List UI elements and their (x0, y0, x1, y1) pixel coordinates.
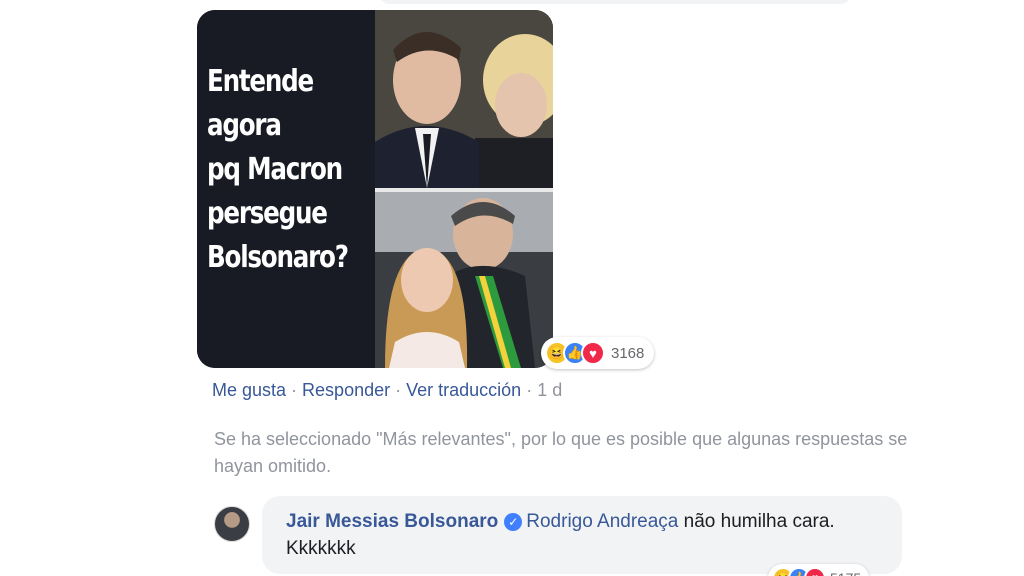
meme-text-panel: Entende agora pq Macron persegue Bolsona… (197, 10, 375, 368)
separator: · (291, 380, 298, 400)
facebook-comment-thread: Entende agora pq Macron persegue Bolsona… (0, 0, 1024, 576)
love-icon: ♥ (804, 567, 826, 576)
love-icon: ♥ (581, 341, 605, 365)
separator: · (395, 380, 402, 400)
avatar[interactable] (214, 506, 250, 542)
photo-top-illustration (375, 10, 553, 188)
meme-photo-top (375, 10, 553, 188)
meme-caption-line: Entende (207, 64, 314, 99)
reply-reactions-summary[interactable]: 😆 👍 ♥ 5175 (768, 564, 870, 576)
reply-link[interactable]: Responder (302, 380, 390, 401)
reaction-count: 3168 (611, 344, 645, 362)
reply-comment-bubble: Jair Messias Bolsonaro ✓ Rodrigo Andreaça … (262, 496, 902, 574)
previous-comment-bubble (380, 0, 850, 4)
meme-caption-line: pq Macron (207, 152, 343, 187)
meme-photo-bottom (375, 192, 553, 368)
mention-link[interactable]: Rodrigo Andreaça (526, 511, 678, 532)
comment-timestamp[interactable]: 1 d (537, 380, 562, 401)
see-translation-link[interactable]: Ver traducción (406, 380, 521, 401)
meme-caption: Entende agora pq Macron persegue Bolsona… (207, 60, 349, 280)
most-relevant-notice: Se ha seleccionado "Más relevantes", por… (214, 429, 908, 476)
meme-caption-line: agora (207, 108, 282, 143)
photo-bottom-illustration (375, 192, 553, 368)
like-link[interactable]: Me gusta (212, 380, 286, 401)
separator: · (526, 380, 533, 400)
meme-caption-line: persegue (207, 196, 328, 231)
comment-reactions-summary[interactable]: 😆 👍 ♥ 3168 (541, 337, 655, 369)
comment-image[interactable]: Entende agora pq Macron persegue Bolsona… (197, 10, 553, 368)
comment-actions: Me gusta · Responder · Ver traducción · … (212, 380, 562, 401)
reply-author-name[interactable]: Jair Messias Bolsonaro (286, 511, 498, 532)
reaction-count: 5175 (830, 570, 861, 576)
meme-caption-line: Bolsonaro? (207, 240, 349, 275)
verified-badge-icon: ✓ (504, 513, 523, 531)
